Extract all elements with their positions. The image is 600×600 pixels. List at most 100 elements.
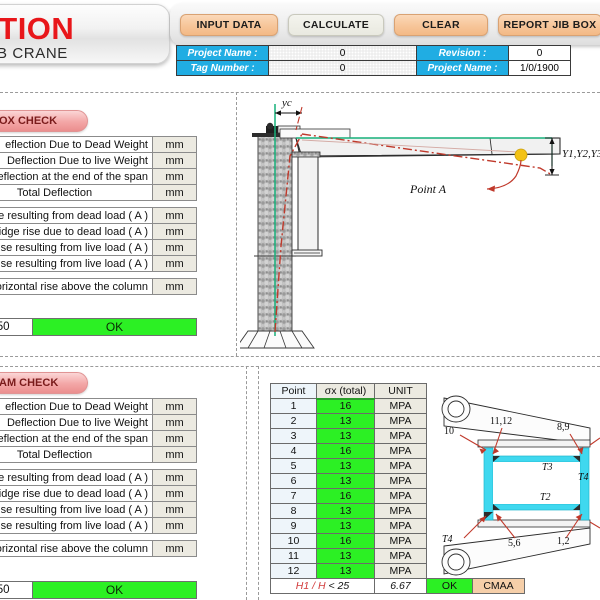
cell-value: 13 [316,518,375,534]
box-check-criteria: S/250 OK [0,318,197,336]
box-check-badge-label: OX CHECK [0,115,58,127]
project-name-input[interactable]: 0 [268,45,417,61]
divider-vert-b [246,366,247,600]
box-check-sheet: eflection Due to Dead Weight mm Deflecti… [0,136,197,295]
bracket-svg [441,395,600,576]
calc-row: eflection at the end of the span mm [0,430,197,447]
cell-unit: MPA [374,488,427,504]
calc-label: idge rise due to dead load ( A ) [0,485,153,502]
project-info-row: Project Name : 0 Revision : 0 [176,45,571,61]
cell-point: 1 [270,398,317,414]
calc-row: le rise resulting from live load ( A ) m… [0,501,197,518]
ratio-label: H1 / H < 25 [270,578,375,594]
cell-value: 13 [316,413,375,429]
table-row: 11 13 MPA [270,548,427,564]
criteria-label: S/250 [0,581,33,599]
tag-number-label: Tag Number : [176,60,269,76]
report-jib-box-button[interactable]: REPORT JIB BOX [498,14,600,36]
status-badge: OK [32,318,197,336]
table-row: 10 16 MPA [270,533,427,549]
calc-label: e rise resulting from dead load ( A ) [0,469,153,486]
calc-label: idge rise due to dead load ( A ) [0,223,153,240]
calc-row: e rise resulting from live load ( A ) mm [0,255,197,272]
clear-button[interactable]: CLEAR [394,14,488,36]
calc-row: idge rise due to dead load ( A ) mm [0,485,197,502]
calc-row: eflection Due to Dead Weight mm [0,136,197,153]
toolbar-tray: INPUT DATA CALCULATE CLEAR REPORT JIB BO… [170,3,600,45]
beam-check-badge: AM CHECK [0,372,88,394]
calc-unit: mm [152,469,197,486]
calc-unit: mm [152,136,197,153]
bracket-label-12: 1,2 [557,536,570,547]
page-subtitle: JIB CRANE [0,45,68,62]
project-info-row: Tag Number : 0 Project Name : 1/0/1900 [176,60,571,76]
calc-row: Total Deflection mm [0,184,197,201]
calc-row: e rise resulting from live load ( A ) mm [0,517,197,534]
calc-label: eflection Due to Dead Weight [0,136,153,153]
cell-point: 3 [270,428,317,444]
calc-spacer [0,272,197,279]
calc-label: Deflection Due to live Weight [0,152,153,169]
bracket-label-89: 8,9 [557,422,570,433]
cell-point: 12 [270,563,317,579]
yc-label: yc [282,97,292,109]
cell-value: 13 [316,473,375,489]
table-row: 4 16 MPA [270,443,427,459]
calc-row: orizontal rise above the column mm [0,278,197,295]
cell-unit: MPA [374,413,427,429]
page-title: ATION [0,11,75,46]
calc-label: le rise resulting from live load ( A ) [0,239,153,256]
calc-row: eflection Due to Dead Weight mm [0,398,197,415]
calc-label: orizontal rise above the column [0,540,153,557]
cell-unit: MPA [374,473,427,489]
divider-vert-c [258,366,259,600]
calc-unit: mm [152,223,197,240]
bracket-label-t2: T2 [540,492,551,503]
calc-unit: mm [152,430,197,447]
cell-point: 11 [270,548,317,564]
ratio-label-rest: < 25 [325,580,350,592]
cell-point: 4 [270,443,317,459]
cell-value: 13 [316,548,375,564]
calculate-button[interactable]: CALCULATE [288,14,384,36]
calc-label: e rise resulting from live load ( A ) [0,517,153,534]
calc-unit: mm [152,184,197,201]
ratio-label-em: H1 / H [295,580,326,592]
criteria-label: S/250 [0,318,33,336]
calc-label: e rise resulting from live load ( A ) [0,255,153,272]
cell-value: 13 [316,428,375,444]
table-row: 8 13 MPA [270,503,427,519]
calc-row: Deflection Due to live Weight mm [0,152,197,169]
calc-unit: mm [152,278,197,295]
date-input[interactable]: 1/0/1900 [508,60,571,76]
calc-unit: mm [152,398,197,415]
ratio-value: 6.67 [374,578,427,594]
cell-unit: MPA [374,428,427,444]
cell-unit: MPA [374,458,427,474]
input-data-button[interactable]: INPUT DATA [180,14,278,36]
bracket-label-10: 10 [444,426,454,437]
project-info-grid: Project Name : 0 Revision : 0 Tag Number… [176,45,571,76]
revision-input[interactable]: 0 [508,45,571,61]
calc-spacer [0,463,197,470]
calc-label: orizontal rise above the column [0,278,153,295]
calc-label: Total Deflection [0,446,153,463]
col-header-unit: UNIT [374,383,427,399]
cell-value: 16 [316,398,375,414]
divider-vert-a [236,92,237,356]
calc-label: eflection at the end of the span [0,430,153,447]
calc-unit: mm [152,168,197,185]
calc-row: le rise resulting from live load ( A ) m… [0,239,197,256]
calc-label: le rise resulting from live load ( A ) [0,501,153,518]
stress-table: Point σx (total) UNIT 1 16 MPA 2 13 MPA 3 13 M… [270,383,427,579]
cell-unit: MPA [374,518,427,534]
divider-top [0,92,600,93]
tag-number-input[interactable]: 0 [268,60,417,76]
cell-value: 13 [316,503,375,519]
calc-label: e rise resulting from dead load ( A ) [0,207,153,224]
table-row: 2 13 MPA [270,413,427,429]
cell-value: 16 [316,533,375,549]
criteria-row: S/250 OK [0,581,197,599]
revision-label: Revision : [416,45,509,61]
calc-unit: mm [152,255,197,272]
